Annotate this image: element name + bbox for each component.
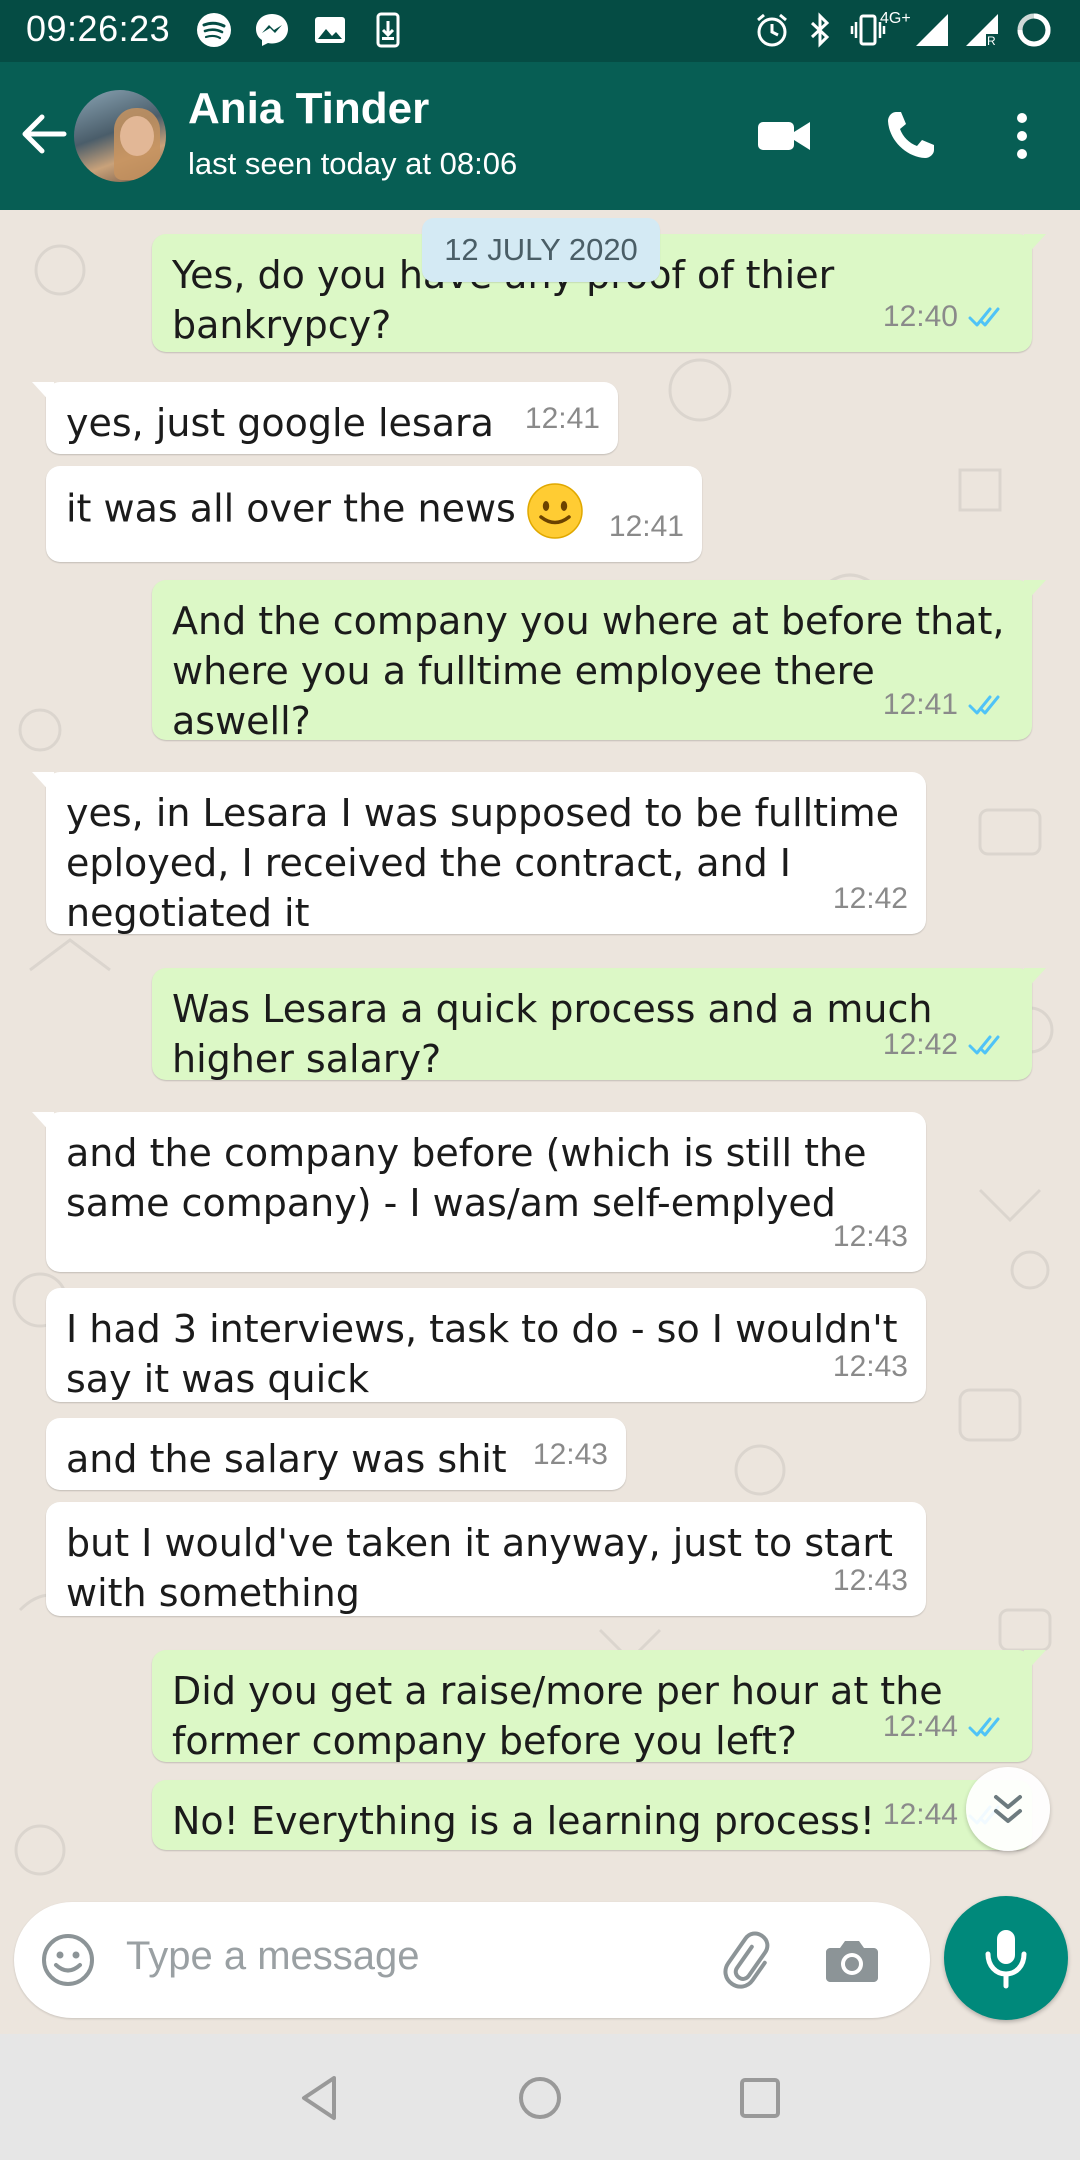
message-time: 12:40 xyxy=(882,300,958,333)
video-call-icon[interactable] xyxy=(752,104,816,168)
more-options-icon[interactable] xyxy=(990,104,1054,168)
message-time: 12:41 xyxy=(608,510,684,543)
incoming-message[interactable]: yes, just google lesara 12:41 xyxy=(32,382,618,454)
mic-button[interactable] xyxy=(944,1896,1068,2020)
bubble-tail xyxy=(32,772,54,796)
outgoing-message[interactable]: Was Lesara a quick process and a much hi… xyxy=(152,968,1046,1081)
emoji-icon[interactable] xyxy=(38,1930,98,1990)
message-time: 12:43 xyxy=(532,1438,608,1471)
message-meta: 12:42 xyxy=(833,874,908,924)
bubble-tail xyxy=(32,1112,54,1136)
message-meta: 12:43 xyxy=(833,1212,908,1262)
message-meta: 12:41 xyxy=(525,394,600,444)
slightly-smiling-face-icon xyxy=(527,483,583,539)
double-chevron-down-icon xyxy=(994,1795,1022,1823)
contact-avatar[interactable] xyxy=(74,90,166,182)
svg-text:R: R xyxy=(987,34,996,48)
message-time: 12:43 xyxy=(832,1220,908,1253)
outgoing-message[interactable]: And the company you where at before that… xyxy=(152,580,1046,743)
message-text: it was all over the news xyxy=(66,482,682,540)
gallery-icon xyxy=(310,10,350,50)
message-meta: 12:43 xyxy=(833,1556,908,1606)
nav-home-icon[interactable] xyxy=(510,2068,570,2128)
chat-area[interactable]: Yes, do you have any proof of thier bank… xyxy=(0,210,1080,1910)
message-meta: 12:43 xyxy=(833,1342,908,1392)
read-receipt-icon xyxy=(968,695,1000,715)
message-text: I had 3 interviews, task to do - so I wo… xyxy=(66,1307,898,1401)
message-time: 12:43 xyxy=(832,1564,908,1597)
message-composer: Type a message xyxy=(14,1902,930,2018)
message-text: and the company before (which is still t… xyxy=(66,1131,867,1225)
status-time: 09:26:23 xyxy=(26,8,171,49)
incoming-message[interactable]: I had 3 interviews, task to do - so I wo… xyxy=(46,1288,926,1402)
message-text: but I would've taken it anyway, just to … xyxy=(66,1521,893,1615)
download-icon xyxy=(368,10,408,50)
nav-back-icon[interactable] xyxy=(290,2068,350,2128)
signal-icon xyxy=(912,10,952,50)
message-time: 12:44 xyxy=(882,1710,958,1743)
status-bar: 09:26:23 4G+ R xyxy=(0,0,1080,62)
incoming-message[interactable]: yes, in Lesara I was supposed to be full… xyxy=(32,772,926,935)
attach-icon[interactable] xyxy=(714,1928,778,1992)
bubble-tail xyxy=(1024,234,1046,258)
outgoing-message[interactable]: Did you get a raise/more per hour at the… xyxy=(152,1650,1046,1763)
chat-header: Ania Tinder last seen today at 08:06 xyxy=(0,62,1080,210)
bubble-tail xyxy=(32,382,54,406)
last-seen-status: last seen today at 08:06 xyxy=(188,146,518,181)
message-meta: 12:42 xyxy=(883,1020,1014,1070)
read-receipt-icon xyxy=(968,1035,1000,1055)
message-time: 12:43 xyxy=(832,1350,908,1383)
nav-recents-icon[interactable] xyxy=(730,2068,790,2128)
incoming-message[interactable]: but I would've taken it anyway, just to … xyxy=(46,1502,926,1616)
network-type-label: 4G+ xyxy=(880,10,911,27)
message-text: yes, in Lesara I was supposed to be full… xyxy=(66,791,900,935)
bluetooth-icon xyxy=(800,10,840,50)
read-receipt-icon xyxy=(968,307,1000,327)
message-meta: 12:44 xyxy=(883,1702,1014,1752)
scroll-to-bottom-button[interactable] xyxy=(966,1767,1050,1851)
incoming-message[interactable]: and the salary was shit 12:43 xyxy=(46,1418,626,1490)
message-input[interactable]: Type a message xyxy=(126,1934,420,1979)
message-time: 12:41 xyxy=(524,402,600,435)
message-meta: 12:40 xyxy=(883,292,1014,342)
date-chip: 12 JULY 2020 xyxy=(422,218,660,282)
incoming-message[interactable]: it was all over the news 12:41 xyxy=(46,466,702,562)
message-meta: 12:41 xyxy=(883,680,1014,730)
bubble-tail xyxy=(1024,580,1046,604)
system-navigation-bar xyxy=(0,2034,1080,2160)
bubble-tail xyxy=(1024,968,1046,992)
back-arrow-icon[interactable] xyxy=(16,106,72,162)
spotify-icon xyxy=(194,10,234,50)
message-meta: 12:43 xyxy=(533,1430,608,1480)
outgoing-message[interactable]: No! Everything is a learning process! 12:… xyxy=(152,1780,1032,1850)
battery-icon xyxy=(1014,10,1054,50)
read-receipt-icon xyxy=(968,1717,1000,1737)
message-time: 12:42 xyxy=(882,1028,958,1061)
phone-call-icon[interactable] xyxy=(878,104,942,168)
mic-icon xyxy=(985,1930,1027,1989)
incoming-message[interactable]: and the company before (which is still t… xyxy=(32,1112,926,1272)
message-time: 12:41 xyxy=(882,688,958,721)
message-meta: 12:41 xyxy=(609,502,684,552)
camera-icon[interactable] xyxy=(820,1928,884,1992)
bubble-tail xyxy=(1024,1650,1046,1674)
alarm-icon xyxy=(752,10,792,50)
message-time: 12:42 xyxy=(832,882,908,915)
message-text: and the salary was shit xyxy=(66,1437,507,1481)
signal-roaming-icon: R xyxy=(962,10,1002,50)
messenger-icon xyxy=(252,10,292,50)
contact-name[interactable]: Ania Tinder xyxy=(188,84,429,134)
message-text: yes, just google lesara xyxy=(66,401,494,445)
message-time: 12:44 xyxy=(882,1798,958,1831)
